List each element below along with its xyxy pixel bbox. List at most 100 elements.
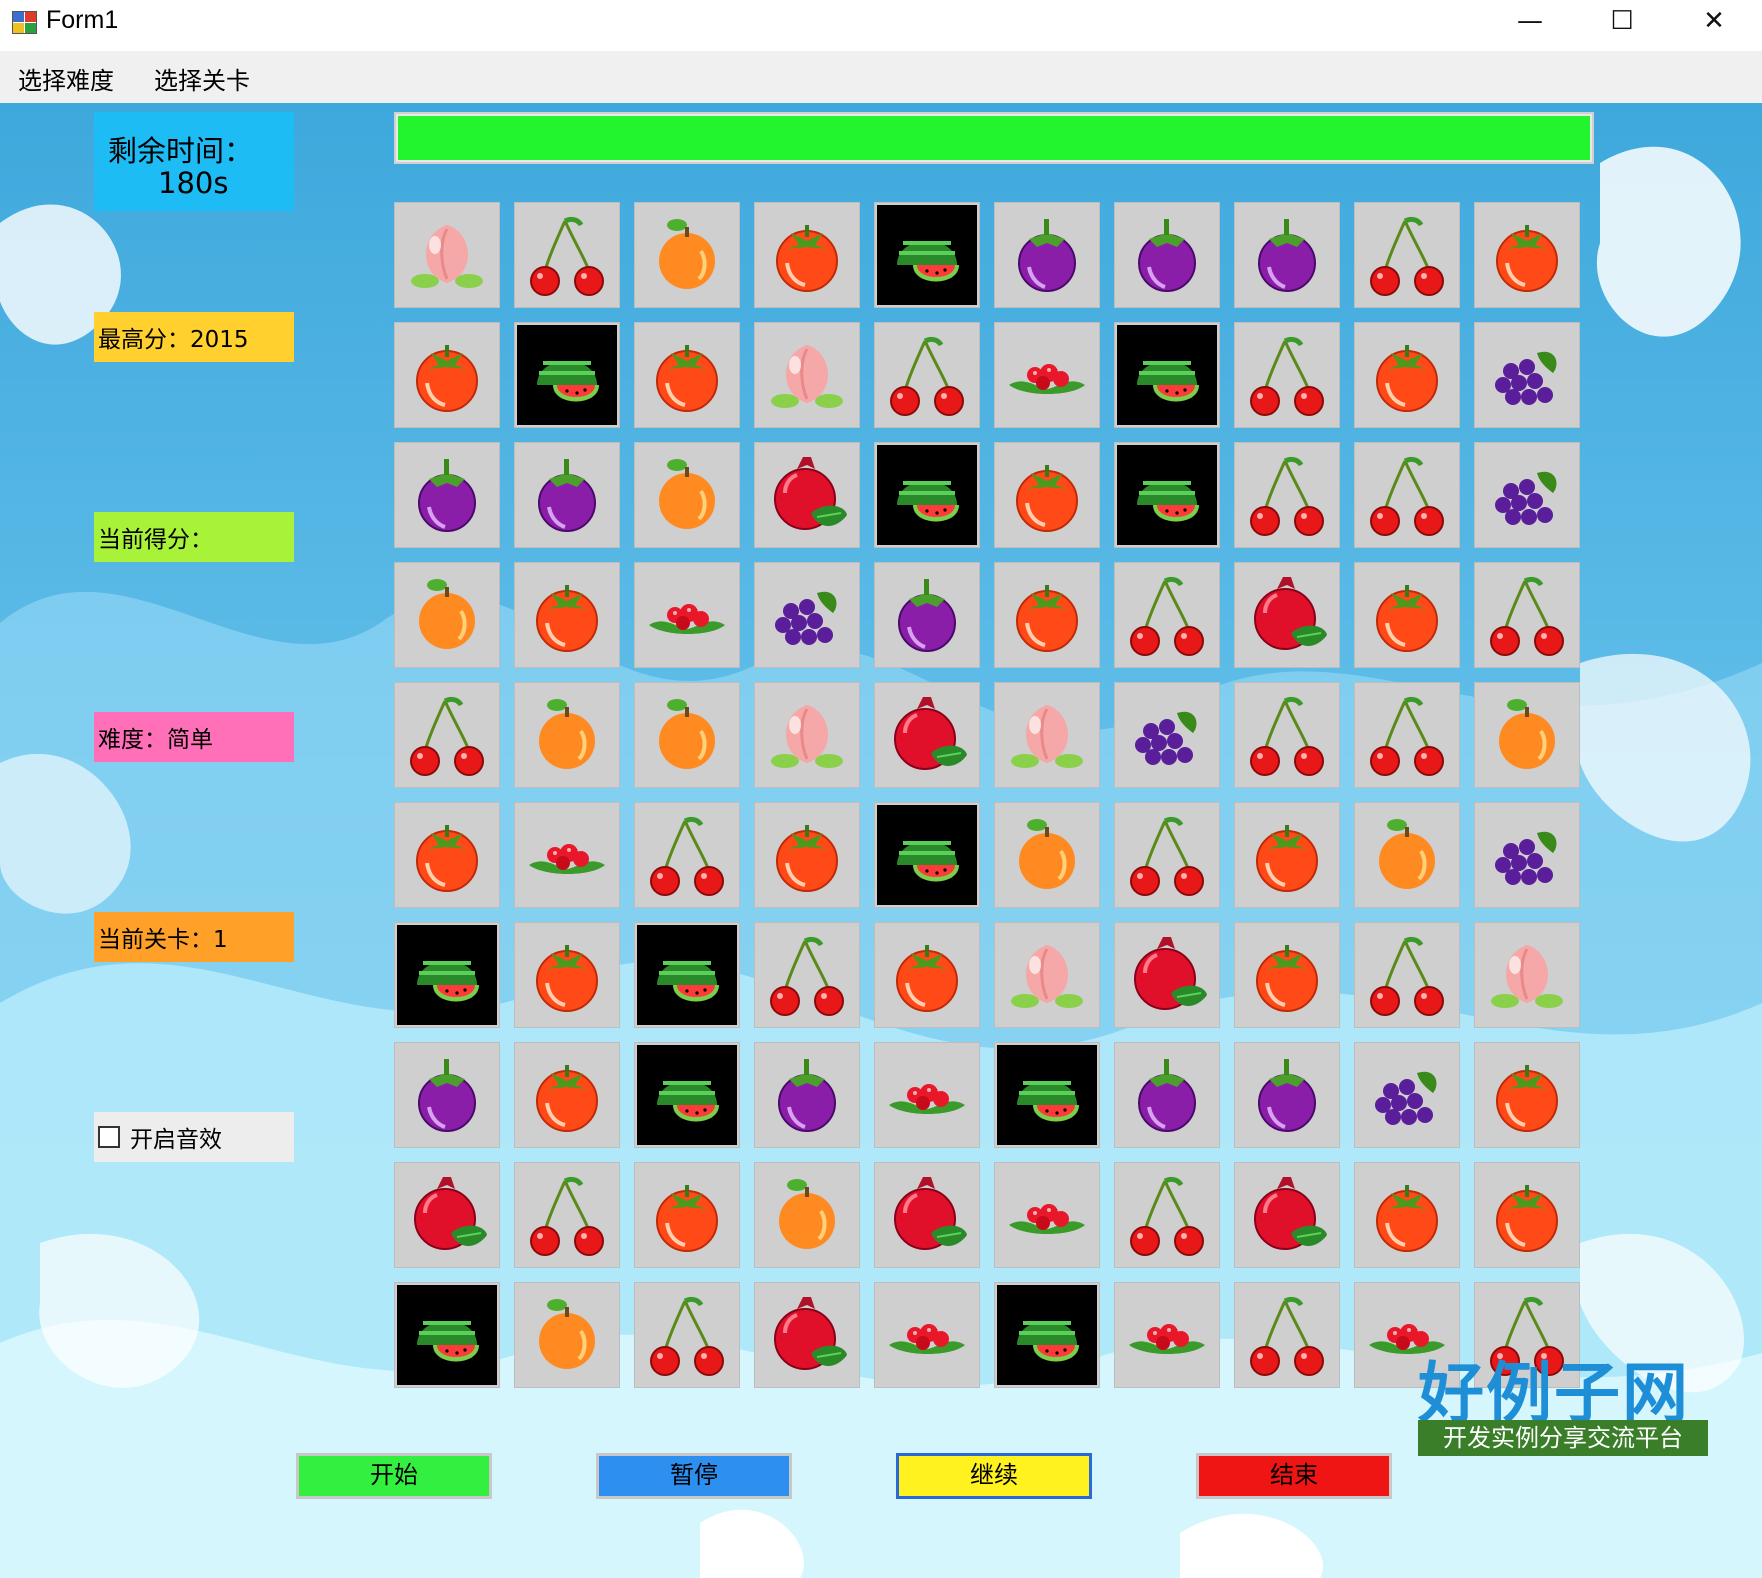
tile-grape[interactable] bbox=[1354, 1042, 1460, 1148]
tile-peach[interactable] bbox=[754, 322, 860, 428]
tile-orange[interactable] bbox=[754, 1162, 860, 1268]
continue-button[interactable]: 继续 bbox=[896, 1453, 1092, 1499]
tile-pomegranate[interactable] bbox=[754, 442, 860, 548]
tile-tomato[interactable] bbox=[514, 922, 620, 1028]
tile-peach[interactable] bbox=[1474, 922, 1580, 1028]
tile-grape[interactable] bbox=[754, 562, 860, 668]
tile-peach[interactable] bbox=[754, 682, 860, 788]
tile-watermelon[interactable] bbox=[514, 322, 620, 428]
tile-tomato[interactable] bbox=[514, 562, 620, 668]
tile-cherry[interactable] bbox=[1474, 562, 1580, 668]
tile-cherry[interactable] bbox=[1234, 682, 1340, 788]
tile-tomato[interactable] bbox=[1354, 562, 1460, 668]
tile-watermelon[interactable] bbox=[874, 202, 980, 308]
tile-raspberry[interactable] bbox=[1114, 1282, 1220, 1388]
tile-tomato[interactable] bbox=[1234, 922, 1340, 1028]
tile-mangosteen[interactable] bbox=[1234, 202, 1340, 308]
tile-cherry[interactable] bbox=[514, 202, 620, 308]
minimize-button[interactable]: — bbox=[1484, 0, 1576, 42]
tile-watermelon[interactable] bbox=[634, 1042, 740, 1148]
tile-mangosteen[interactable] bbox=[874, 562, 980, 668]
tile-pomegranate[interactable] bbox=[874, 682, 980, 788]
start-button[interactable]: 开始 bbox=[296, 1453, 492, 1499]
tile-cherry[interactable] bbox=[1354, 682, 1460, 788]
tile-mangosteen[interactable] bbox=[1114, 1042, 1220, 1148]
tile-cherry[interactable] bbox=[634, 1282, 740, 1388]
tile-tomato[interactable] bbox=[514, 1042, 620, 1148]
tile-tomato[interactable] bbox=[994, 562, 1100, 668]
tile-watermelon[interactable] bbox=[634, 922, 740, 1028]
tile-cherry[interactable] bbox=[1234, 322, 1340, 428]
maximize-button[interactable]: ☐ bbox=[1576, 0, 1668, 42]
tile-cherry[interactable] bbox=[1354, 442, 1460, 548]
tile-tomato[interactable] bbox=[874, 922, 980, 1028]
tile-orange[interactable] bbox=[394, 562, 500, 668]
tile-cherry[interactable] bbox=[1114, 562, 1220, 668]
tile-raspberry[interactable] bbox=[874, 1282, 980, 1388]
tile-orange[interactable] bbox=[514, 682, 620, 788]
tile-peach[interactable] bbox=[994, 682, 1100, 788]
tile-pomegranate[interactable] bbox=[394, 1162, 500, 1268]
tile-tomato[interactable] bbox=[1474, 202, 1580, 308]
tile-pomegranate[interactable] bbox=[1234, 562, 1340, 668]
tile-raspberry[interactable] bbox=[874, 1042, 980, 1148]
tile-pomegranate[interactable] bbox=[754, 1282, 860, 1388]
tile-tomato[interactable] bbox=[1234, 802, 1340, 908]
tile-watermelon[interactable] bbox=[394, 1282, 500, 1388]
tile-cherry[interactable] bbox=[634, 802, 740, 908]
end-button[interactable]: 结束 bbox=[1196, 1453, 1392, 1499]
tile-cherry[interactable] bbox=[874, 322, 980, 428]
tile-cherry[interactable] bbox=[1354, 922, 1460, 1028]
tile-peach[interactable] bbox=[994, 922, 1100, 1028]
tile-grape[interactable] bbox=[1474, 322, 1580, 428]
menu-select-level[interactable]: 选择关卡 bbox=[154, 61, 250, 96]
tile-orange[interactable] bbox=[994, 802, 1100, 908]
tile-orange[interactable] bbox=[634, 442, 740, 548]
tile-raspberry[interactable] bbox=[994, 322, 1100, 428]
tile-watermelon[interactable] bbox=[394, 922, 500, 1028]
sound-toggle[interactable]: 开启音效 bbox=[94, 1112, 294, 1162]
tile-pomegranate[interactable] bbox=[874, 1162, 980, 1268]
tile-cherry[interactable] bbox=[1234, 442, 1340, 548]
tile-mangosteen[interactable] bbox=[754, 1042, 860, 1148]
tile-raspberry[interactable] bbox=[634, 562, 740, 668]
tile-mangosteen[interactable] bbox=[514, 442, 620, 548]
tile-cherry[interactable] bbox=[1114, 802, 1220, 908]
tile-watermelon[interactable] bbox=[874, 802, 980, 908]
tile-cherry[interactable] bbox=[394, 682, 500, 788]
tile-cherry[interactable] bbox=[1114, 1162, 1220, 1268]
tile-orange[interactable] bbox=[1354, 802, 1460, 908]
tile-tomato[interactable] bbox=[634, 1162, 740, 1268]
tile-cherry[interactable] bbox=[754, 922, 860, 1028]
tile-mangosteen[interactable] bbox=[394, 442, 500, 548]
tile-watermelon[interactable] bbox=[874, 442, 980, 548]
tile-tomato[interactable] bbox=[754, 802, 860, 908]
tile-watermelon[interactable] bbox=[1114, 442, 1220, 548]
pause-button[interactable]: 暂停 bbox=[596, 1453, 792, 1499]
tile-tomato[interactable] bbox=[754, 202, 860, 308]
tile-peach[interactable] bbox=[394, 202, 500, 308]
tile-tomato[interactable] bbox=[1354, 1162, 1460, 1268]
tile-grape[interactable] bbox=[1474, 442, 1580, 548]
tile-tomato[interactable] bbox=[994, 442, 1100, 548]
tile-pomegranate[interactable] bbox=[1234, 1162, 1340, 1268]
tile-mangosteen[interactable] bbox=[1234, 1042, 1340, 1148]
tile-raspberry[interactable] bbox=[514, 802, 620, 908]
tile-orange[interactable] bbox=[514, 1282, 620, 1388]
tile-raspberry[interactable] bbox=[994, 1162, 1100, 1268]
tile-cherry[interactable] bbox=[514, 1162, 620, 1268]
tile-grape[interactable] bbox=[1114, 682, 1220, 788]
tile-tomato[interactable] bbox=[394, 322, 500, 428]
tile-cherry[interactable] bbox=[1234, 1282, 1340, 1388]
tile-tomato[interactable] bbox=[1474, 1042, 1580, 1148]
menu-select-difficulty[interactable]: 选择难度 bbox=[18, 61, 114, 96]
tile-orange[interactable] bbox=[634, 202, 740, 308]
tile-tomato[interactable] bbox=[394, 802, 500, 908]
tile-orange[interactable] bbox=[1474, 682, 1580, 788]
tile-tomato[interactable] bbox=[1474, 1162, 1580, 1268]
tile-tomato[interactable] bbox=[634, 322, 740, 428]
tile-watermelon[interactable] bbox=[994, 1042, 1100, 1148]
close-button[interactable]: ✕ bbox=[1668, 0, 1760, 42]
sound-checkbox[interactable] bbox=[98, 1126, 120, 1148]
tile-grape[interactable] bbox=[1474, 802, 1580, 908]
